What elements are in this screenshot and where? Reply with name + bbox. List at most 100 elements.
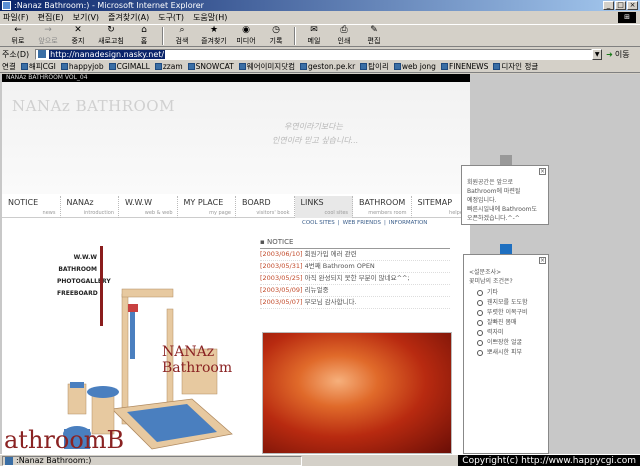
radio-button[interactable] [477,330,483,336]
link-item[interactable]: 탑이리 [360,61,389,72]
survey-popup: × <설문조사> 꽃미남의 조건은? 기타 웬지모를 도도함 뚜렷한 이목구비 … [463,254,549,454]
radio-button[interactable] [477,310,483,316]
side-menu-freeboard[interactable]: FREEBOARD [57,288,98,300]
history-button[interactable]: ◷ 기록 [261,25,291,46]
address-url[interactable]: http://nanadesign.nasky.net/ [49,49,166,59]
go-button[interactable]: ➜ 이동 [606,49,629,60]
brand-logo[interactable]: NANAz BATHROOM [12,97,175,115]
link-item[interactable]: 디자인 정글 [493,61,538,72]
survey-option[interactable]: 력자미 [469,328,545,338]
forward-button[interactable]: → 앞으로 [33,25,63,46]
browser-content: NANAz BATHROOM VOL_04 NANAz BATHROOM 우연이… [0,74,640,454]
bathroom-illustration: W.W.W BATHROOM PHOTOGALLERY FREEBOARD NA… [2,234,252,454]
survey-option[interactable]: 잘빠진 몸매 [469,318,545,328]
survey-option[interactable]: 웬지모를 도도함 [469,298,545,308]
notice-row[interactable]: [2003/05/31] 4번째 Bathroom OPEN [260,261,450,273]
links-bar: 연결 해피CGI happyjob CGIMALL zzam SNOWCAT 웨… [0,61,640,73]
link-page-icon [108,63,116,70]
page-icon [38,50,47,58]
menu-file[interactable]: 파일(F) [3,12,29,23]
mail-button[interactable]: ✉ 메일 [299,25,329,46]
side-menu-bathroom[interactable]: BATHROOM [57,264,97,276]
favorites-button[interactable]: ★ 즐겨찾기 [197,25,231,46]
menu-edit[interactable]: 편집(E) [38,12,64,23]
nav-bathroom[interactable]: BATHROOM members room [353,196,412,218]
menu-favorites[interactable]: 즐겨찾기(A) [108,12,149,23]
sub-nav: COOL SITES | WEB FRIENDS | INFORMATION [302,220,427,226]
decorative-bar [100,246,103,326]
subnav-divider: | [383,220,386,226]
notice-header: ▪ NOTICE [260,238,450,249]
maximize-button[interactable]: □ [615,1,626,10]
radio-button[interactable] [477,300,483,306]
forward-arrow-icon: → [44,25,52,35]
side-menu-www[interactable]: W.W.W [57,252,97,264]
survey-option[interactable]: 이쁘장한 얼굴 [469,338,545,348]
notice-row[interactable]: [2003/05/09] 리뉴얼중 [260,285,450,297]
nav-nanaz[interactable]: NANAz introduction [61,196,119,218]
member-notice-popup: × 회원공간은 앞으로 Bathroom에 마련될 예정입니다. 빠른시일내에 … [461,165,549,225]
edit-button[interactable]: ✎ 편집 [359,25,389,46]
main-nav: NOTICE news NANAz introduction W.W.W web & … [2,196,470,218]
subnav-web-friends[interactable]: WEB FRIENDS [343,220,381,226]
status-bar: :Nanaz Bathroom:) Copyright(c) http://ww… [0,454,640,466]
nav-www[interactable]: W.W.W web & web [119,196,178,218]
address-input[interactable]: http://nanadesign.nasky.net/ [35,48,593,60]
notice-row[interactable]: [2003/06/10] 회원가입 에러 관련 [260,249,450,261]
menu-view[interactable]: 보기(V) [73,12,99,23]
subnav-cool-sites[interactable]: COOL SITES [302,220,335,226]
close-icon[interactable]: × [539,168,546,175]
windows-logo-icon: ⊞ [618,12,636,23]
notice-row[interactable]: [2003/05/07] 부모님 감사합니다. [260,297,450,309]
stop-button[interactable]: ✕ 중지 [63,25,93,46]
refresh-button[interactable]: ↻ 새로고침 [93,25,129,46]
radio-button[interactable] [477,350,483,356]
title-bar: :Nanaz Bathroom:) - Microsoft Internet E… [0,0,640,11]
survey-question: 꽃미남의 조건은? [469,278,513,285]
link-page-icon [393,63,401,70]
nav-notice[interactable]: NOTICE news [2,196,61,218]
media-button[interactable]: ◉ 미디어 [231,25,261,46]
link-item[interactable]: 웨어이미지닷컴 [238,61,295,72]
radio-button[interactable] [477,320,483,326]
survey-option[interactable]: 뽀새시한 피부 [469,348,545,358]
link-item[interactable]: SNOWCAT [187,62,234,71]
survey-option[interactable]: 기타 [469,288,545,298]
side-menu-photogallery[interactable]: PHOTOGALLERY [57,276,111,288]
search-button[interactable]: ⌕ 검색 [167,25,197,46]
nav-board[interactable]: BOARD visitors' book [236,196,295,218]
link-item[interactable]: happyjob [60,62,104,71]
window-title: :Nanaz Bathroom:) - Microsoft Internet E… [14,1,204,10]
page-icon [5,456,13,465]
nav-my-place[interactable]: MY PLACE my page [178,196,236,218]
link-item[interactable]: zzam [154,62,183,71]
link-page-icon [154,63,162,70]
back-button[interactable]: ← 뒤로 [3,25,33,46]
link-item[interactable]: CGIMALL [108,62,150,71]
print-button[interactable]: ⎙ 인쇄 [329,25,359,46]
close-icon[interactable]: × [539,257,546,264]
survey-option[interactable]: 뚜렷한 이목구비 [469,308,545,318]
close-button[interactable]: × [627,1,638,10]
nav-links[interactable]: LINKS cool sites [294,196,353,218]
go-arrow-icon: ➜ [606,49,613,59]
notice-row[interactable]: [2003/05/25] 아직 완성되지 못한 부분이 많네요^^; [260,273,450,285]
link-item[interactable]: web jong [393,62,436,71]
radio-button[interactable] [477,340,483,346]
menu-tools[interactable]: 도구(T) [158,12,184,23]
link-item[interactable]: geston.pe.kr [300,62,355,71]
link-item[interactable]: 해피CGI [20,61,56,72]
radio-button[interactable] [477,290,483,296]
home-button[interactable]: ⌂ 홈 [129,25,159,46]
menu-help[interactable]: 도움말(H) [193,12,227,23]
link-page-icon [360,63,368,70]
food-photo [262,332,452,454]
link-item[interactable]: FINENEWS [440,62,488,71]
bullet-icon: ▪ [260,238,267,246]
page-header: NANAz BATHROOM 우연이라기보다는 인연이라 믿고 싶습니다... [2,82,470,194]
address-bar: 주소(D) http://nanadesign.nasky.net/ ▼ ➜ 이동 [0,48,640,60]
address-dropdown-button[interactable]: ▼ [592,48,603,60]
link-page-icon [20,63,28,70]
minimize-button[interactable]: _ [603,1,614,10]
subnav-information[interactable]: INFORMATION [389,220,428,226]
